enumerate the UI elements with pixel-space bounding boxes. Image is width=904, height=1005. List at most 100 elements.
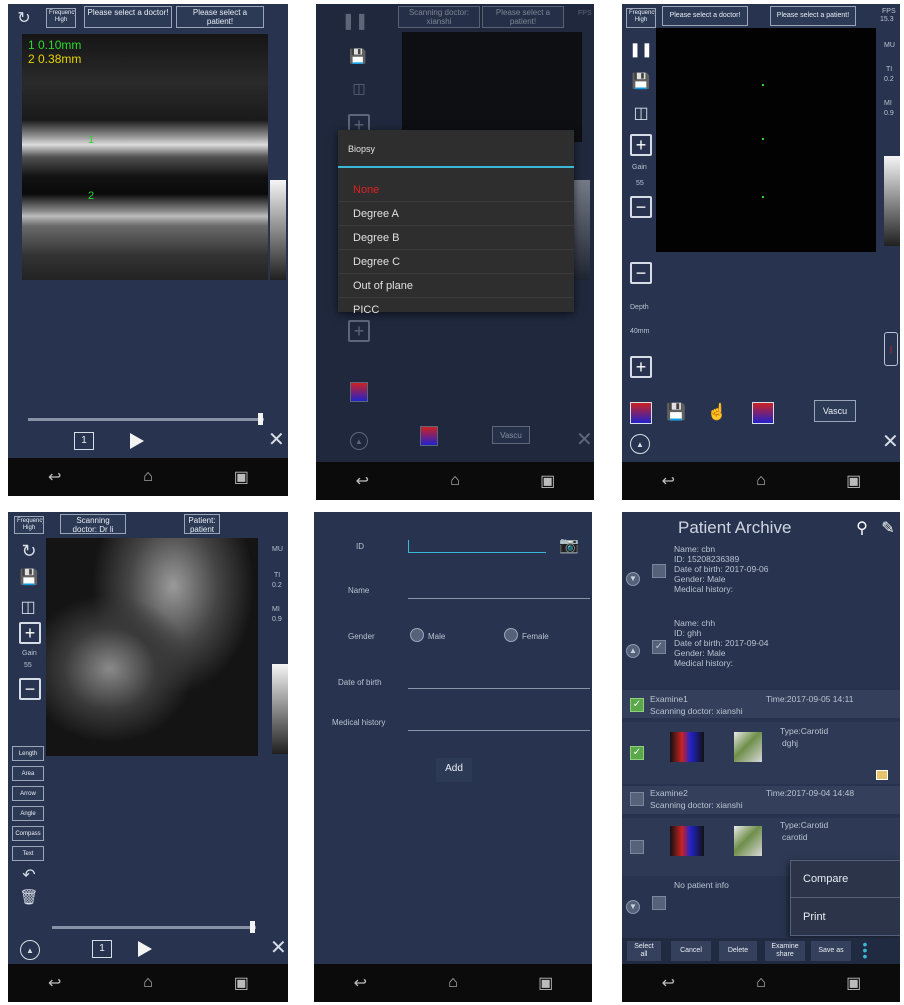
- back-icon[interactable]: ↩: [43, 469, 67, 486]
- exam-1-doppler-thumbnail[interactable]: [670, 732, 704, 762]
- pause-icon[interactable]: ❚❚: [342, 12, 369, 30]
- home-icon[interactable]: ⌂: [749, 974, 773, 991]
- patient-button[interactable]: Patient: patient: [184, 514, 220, 534]
- biopsy-option-degree-c[interactable]: Degree C: [338, 250, 574, 274]
- gain-minus-button[interactable]: −: [630, 196, 652, 218]
- biopsy-option-degree-b[interactable]: Degree B: [338, 226, 574, 250]
- name-input[interactable]: [408, 598, 590, 599]
- save-as-button[interactable]: Save as: [811, 941, 851, 961]
- image-file-icon[interactable]: [876, 770, 888, 780]
- expand-patient-1[interactable]: ▼: [626, 572, 640, 586]
- select-patient-3-checkbox[interactable]: [652, 896, 666, 910]
- home-icon[interactable]: ⌂: [443, 472, 467, 489]
- print-menu-item[interactable]: Print: [791, 899, 900, 936]
- rotate-icon[interactable]: ◫: [628, 102, 654, 124]
- scanning-doctor-button[interactable]: Scanning doctor: Dr li: [60, 514, 126, 534]
- recent-apps-icon[interactable]: ▣: [842, 473, 866, 490]
- cine-slider[interactable]: [52, 921, 256, 933]
- freeze-refresh-icon[interactable]: ↻: [16, 10, 32, 27]
- save-image-icon[interactable]: 💾: [666, 402, 686, 422]
- select-doctor-button[interactable]: Please select a doctor!: [662, 6, 748, 26]
- exam-2-doppler-thumbnail[interactable]: [670, 826, 704, 856]
- select-doctor-button[interactable]: Please select a doctor!: [84, 6, 172, 28]
- dob-input[interactable]: [408, 688, 590, 689]
- trash-icon[interactable]: 🗑: [19, 888, 38, 906]
- ultrasound-image[interactable]: [656, 28, 876, 252]
- play-icon[interactable]: [138, 941, 152, 957]
- touch-icon[interactable]: ☝: [707, 400, 727, 424]
- close-icon[interactable]: ✕: [268, 430, 285, 450]
- search-icon[interactable]: ⚲: [852, 518, 872, 538]
- collapse-patient-2[interactable]: ▲: [626, 644, 640, 658]
- biopsy-line-icon[interactable]: |: [884, 332, 898, 366]
- menu-up-icon[interactable]: ▲: [630, 434, 650, 454]
- recent-apps-icon[interactable]: ▣: [229, 469, 253, 486]
- color-mode-icon[interactable]: [350, 382, 368, 402]
- expand-patient-3[interactable]: ▼: [626, 900, 640, 914]
- more-options-icon[interactable]: • • •: [859, 937, 871, 963]
- select-exam-1-images-checkbox[interactable]: ✓: [630, 746, 644, 760]
- camera-icon[interactable]: 📷: [558, 536, 580, 554]
- select-exam-2-images-checkbox[interactable]: [630, 840, 644, 854]
- vascular-preset-button[interactable]: Vascu: [814, 400, 856, 422]
- cine-slider-knob[interactable]: [258, 413, 263, 425]
- biopsy-option-none[interactable]: None: [338, 178, 574, 202]
- biopsy-option-out-of-plane[interactable]: Out of plane: [338, 274, 574, 298]
- select-patient-button[interactable]: Please select a patient!: [176, 6, 264, 28]
- menu-up-icon[interactable]: ▲: [20, 940, 40, 960]
- back-icon[interactable]: ↩: [348, 975, 372, 992]
- play-icon[interactable]: [130, 433, 144, 449]
- undo-icon[interactable]: ↶: [20, 866, 38, 884]
- scanning-doctor-button[interactable]: Scanning doctor: xianshi: [398, 6, 480, 28]
- home-icon[interactable]: ⌂: [441, 974, 465, 991]
- recent-apps-icon[interactable]: ▣: [534, 975, 558, 992]
- biopsy-option-picc[interactable]: PICC: [338, 298, 574, 322]
- gain-plus-button[interactable]: +: [630, 134, 652, 156]
- history-input[interactable]: [408, 730, 590, 731]
- male-radio[interactable]: [410, 628, 424, 642]
- recent-apps-icon[interactable]: ▣: [229, 975, 253, 992]
- plus-icon-lower[interactable]: +: [348, 320, 370, 342]
- back-icon[interactable]: ↩: [43, 975, 67, 992]
- id-input[interactable]: [408, 552, 546, 553]
- female-radio[interactable]: [504, 628, 518, 642]
- close-icon[interactable]: ✕: [270, 938, 287, 958]
- select-patient-button[interactable]: Please select a patient!: [482, 6, 564, 28]
- tool-length-button[interactable]: Length: [12, 746, 44, 761]
- home-icon[interactable]: ⌂: [136, 468, 160, 485]
- depth-minus-button[interactable]: −: [630, 262, 652, 284]
- rotate-icon[interactable]: ◫: [14, 596, 42, 618]
- exam-1-photo-thumbnail[interactable]: [734, 732, 762, 762]
- close-icon[interactable]: ✕: [576, 430, 593, 450]
- color-doppler-icon[interactable]: [752, 402, 774, 424]
- recent-apps-icon[interactable]: ▣: [842, 975, 866, 992]
- depth-plus-button[interactable]: +: [630, 356, 652, 378]
- back-icon[interactable]: ↩: [656, 473, 680, 490]
- save-icon[interactable]: 💾: [20, 568, 39, 586]
- ultrasound-image[interactable]: 1 0.10mm 2 0.38mm 1 2: [22, 34, 268, 280]
- pause-icon[interactable]: ❚❚: [629, 40, 652, 58]
- select-patient-2-checkbox[interactable]: ✓: [652, 640, 666, 654]
- ultrasound-image[interactable]: [46, 538, 258, 756]
- tool-text-button[interactable]: Text: [12, 846, 44, 861]
- cancel-button[interactable]: Cancel: [671, 941, 711, 961]
- color-mode-icon[interactable]: [630, 402, 652, 424]
- examine-share-button[interactable]: Examine share: [765, 941, 805, 961]
- save-icon[interactable]: 💾: [349, 48, 366, 64]
- back-icon[interactable]: ↩: [350, 473, 374, 490]
- select-all-button[interactable]: Select all: [627, 941, 661, 961]
- select-exam-2-checkbox[interactable]: [630, 792, 644, 806]
- gain-plus-button[interactable]: +: [19, 622, 41, 644]
- recent-apps-icon[interactable]: ▣: [536, 473, 560, 490]
- rotate-icon[interactable]: ◫: [346, 78, 372, 98]
- select-exam-1-checkbox[interactable]: ✓: [630, 698, 644, 712]
- close-icon[interactable]: ✕: [882, 432, 899, 452]
- select-patient-1-checkbox[interactable]: [652, 564, 666, 578]
- patient-2-details[interactable]: Name: chh ID: ghh Date of birth: 2017-09…: [674, 618, 900, 668]
- compare-menu-item[interactable]: Compare: [791, 861, 900, 898]
- exam-2-photo-thumbnail[interactable]: [734, 826, 762, 856]
- frequency-button[interactable]: Frequency High: [14, 516, 44, 534]
- save-icon[interactable]: 💾: [632, 72, 651, 90]
- home-icon[interactable]: ⌂: [136, 974, 160, 991]
- color-mode-icon-bottom[interactable]: [420, 426, 438, 446]
